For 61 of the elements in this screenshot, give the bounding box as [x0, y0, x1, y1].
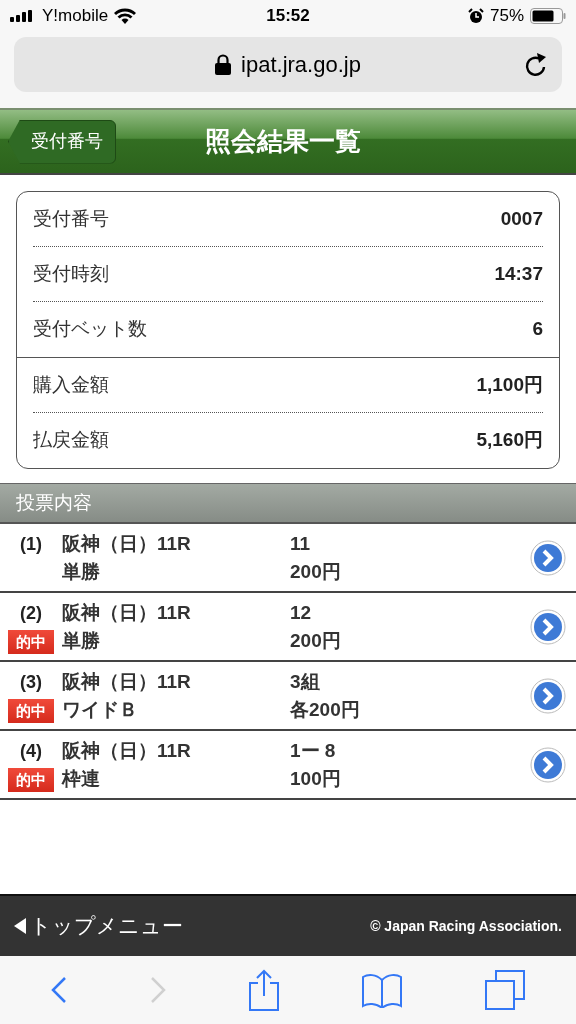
bet-type: 単勝	[62, 560, 101, 583]
back-button[interactable]: 受付番号	[8, 119, 116, 164]
bet-number: (2)	[20, 602, 42, 624]
section-title: 投票内容	[16, 490, 92, 515]
share-icon[interactable]	[247, 969, 280, 1011]
race-name: 阪神（日）11R	[62, 532, 192, 555]
summary-value: 1,100円	[476, 372, 543, 397]
race-name: 阪神（日）11R	[62, 739, 192, 762]
alarm-icon	[467, 8, 484, 24]
tabs-icon[interactable]	[484, 970, 525, 1010]
wifi-icon	[114, 8, 137, 24]
bet-number: (4)	[20, 740, 42, 762]
address-bar[interactable]: ipat.jra.go.jp	[14, 37, 562, 92]
bet-row[interactable]: (2) 的中 阪神（日）11R 単勝 12 200円	[0, 593, 576, 662]
bet-type: 単勝	[62, 629, 101, 652]
chevron-icon[interactable]	[530, 677, 566, 714]
url-text: ipat.jra.go.jp	[241, 51, 361, 79]
race-name: 阪神（日）11R	[62, 670, 192, 693]
summary-value: 0007	[500, 206, 543, 231]
summary-label: 購入金額	[33, 372, 109, 397]
chevron-icon[interactable]	[530, 746, 566, 783]
summary-label: 受付ベット数	[33, 317, 147, 342]
summary-label: 払戻金額	[33, 428, 109, 453]
left-triangle-icon	[14, 918, 26, 934]
bet-selection: 11	[290, 532, 312, 555]
summary-label: 受付時刻	[33, 261, 109, 286]
bet-row[interactable]: (3) 的中 阪神（日）11R ワイドＢ 3組 各200円	[0, 662, 576, 731]
hit-badge: 的中	[8, 699, 54, 723]
bet-amount: 100円	[290, 767, 342, 790]
summary-value: 6	[532, 317, 543, 342]
bet-number: (1)	[20, 533, 42, 555]
reload-icon[interactable]	[524, 51, 548, 78]
clock-time: 15:52	[265, 5, 311, 28]
summary-value: 5,160円	[476, 428, 543, 453]
chevron-icon[interactable]	[530, 608, 566, 645]
bet-type: ワイドＢ	[62, 698, 139, 721]
bet-amount: 各200円	[290, 698, 361, 721]
chevron-icon[interactable]	[530, 539, 566, 576]
copyright-text: © Japan Racing Association.	[370, 916, 562, 936]
bet-selection: 3組	[290, 670, 321, 693]
race-name: 阪神（日）11R	[62, 601, 192, 624]
lock-icon	[215, 54, 232, 75]
book-icon[interactable]	[362, 972, 403, 1008]
carrier-name: Y!mobile	[42, 5, 109, 28]
hit-badge: 的中	[8, 630, 54, 654]
summary-label: 受付番号	[33, 206, 109, 231]
page-title: 照会結果一覧	[205, 125, 361, 158]
battery-percent: 75%	[489, 5, 524, 28]
bet-number: (3)	[20, 671, 42, 693]
top-menu-link[interactable]: トップメニュー	[14, 910, 183, 942]
bet-row[interactable]: (1) 阪神（日）11R 単勝 11 200円	[0, 524, 576, 593]
bet-amount: 200円	[290, 629, 342, 652]
back-icon[interactable]	[51, 976, 68, 1004]
bet-row[interactable]: (4) 的中 阪神（日）11R 枠連 1ー 8 100円	[0, 731, 576, 800]
bet-selection: 12	[290, 601, 313, 624]
hit-badge: 的中	[8, 768, 54, 792]
bet-type: 枠連	[62, 767, 101, 790]
bet-selection: 1ー 8	[290, 739, 337, 762]
bet-amount: 200円	[290, 560, 342, 583]
summary-value: 14:37	[494, 261, 543, 286]
battery-icon	[530, 8, 566, 24]
